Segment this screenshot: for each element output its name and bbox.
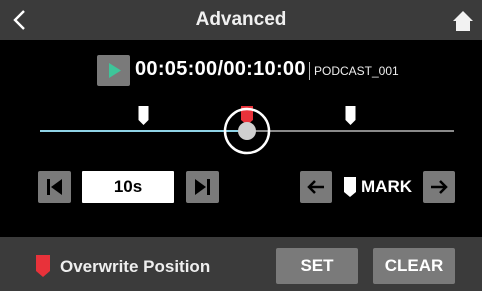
mark-1-marker (138, 106, 149, 125)
skip-interval-field[interactable]: 10s (82, 171, 174, 203)
skip-back-button[interactable] (38, 171, 71, 203)
title-bar: Advanced (0, 0, 482, 40)
skip-back-icon (47, 179, 62, 195)
mark-icon (344, 177, 356, 197)
time-readout: 00:05:00/00:10:00 (135, 58, 306, 80)
arrow-left-icon (307, 180, 324, 194)
home-icon (453, 11, 473, 31)
play-icon (109, 63, 121, 78)
home-button[interactable] (448, 8, 478, 34)
skip-forward-icon (195, 179, 210, 195)
timeline-track[interactable] (0, 95, 482, 155)
skip-forward-button[interactable] (186, 171, 219, 203)
overwrite-position-label: Overwrite Position (60, 257, 211, 276)
arrow-right-icon (431, 180, 448, 194)
file-name: PODCAST_001 (314, 64, 399, 78)
next-mark-button[interactable] (423, 171, 455, 203)
mark-label: MARK (361, 177, 412, 196)
previous-mark-button[interactable] (300, 171, 332, 203)
divider (309, 62, 310, 80)
page-title: Advanced (195, 9, 287, 30)
overwrite-marker-icon (36, 255, 50, 277)
set-button[interactable]: SET (276, 248, 358, 284)
clear-button[interactable]: CLEAR (373, 248, 455, 284)
timeline[interactable] (0, 95, 482, 155)
mark-2-marker (345, 106, 356, 125)
play-button[interactable] (97, 55, 130, 86)
playhead-knob[interactable] (238, 122, 256, 140)
